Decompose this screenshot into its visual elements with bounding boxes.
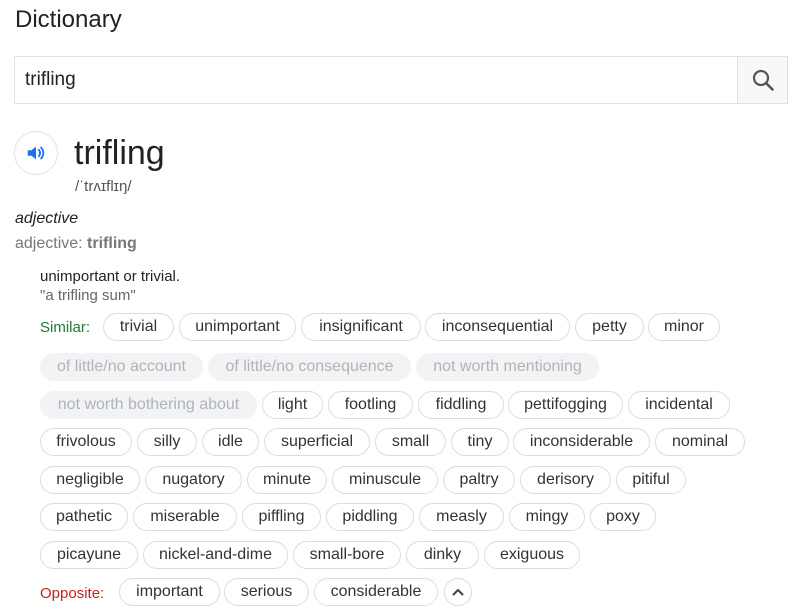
similar-chip[interactable]: derisory — [520, 466, 611, 494]
speaker-icon — [27, 146, 45, 160]
opposite-chip[interactable]: important — [119, 578, 220, 606]
similar-chip[interactable]: minute — [247, 466, 327, 494]
similar-chip[interactable]: silly — [137, 428, 197, 456]
similar-chip[interactable]: light — [262, 391, 323, 419]
opposite-chip[interactable]: serious — [224, 578, 309, 606]
similar-chip[interactable]: piddling — [326, 503, 414, 531]
similar-chip[interactable]: petty — [575, 313, 644, 341]
similar-chip[interactable]: nominal — [655, 428, 745, 456]
similar-chip[interactable]: nugatory — [145, 466, 242, 494]
search-icon — [752, 69, 774, 91]
chevron-up-icon — [452, 589, 464, 596]
similar-chip[interactable]: minuscule — [332, 466, 438, 494]
opposite-chip[interactable]: considerable — [314, 578, 438, 606]
similar-chip-disabled: of little/no account — [40, 353, 203, 381]
similar-chip[interactable]: pettifogging — [508, 391, 623, 419]
similar-chip[interactable]: measly — [419, 503, 504, 531]
similar-chip-disabled: not worth mentioning — [416, 353, 599, 381]
similar-chip[interactable]: superficial — [264, 428, 370, 456]
phonetic: /ˈtrʌɪflɪŋ/ — [75, 178, 132, 195]
definition: unimportant or trivial. — [40, 268, 181, 285]
similar-chip[interactable]: small-bore — [293, 541, 401, 569]
similar-chip[interactable]: tiny — [451, 428, 509, 456]
similar-chip[interactable]: insignificant — [301, 313, 421, 341]
similar-chip[interactable]: small — [375, 428, 446, 456]
similar-chip[interactable]: trivial — [103, 313, 174, 341]
search-bar — [14, 56, 788, 104]
similar-chip[interactable]: pathetic — [40, 503, 128, 531]
pos-form-word: trifling — [87, 235, 137, 252]
similar-chip-disabled: not worth bothering about — [40, 391, 257, 419]
collapse-button[interactable] — [444, 578, 472, 606]
headword: trifling — [74, 134, 165, 172]
similar-chip[interactable]: piffling — [242, 503, 321, 531]
search-button[interactable] — [737, 57, 787, 103]
similar-chip[interactable]: paltry — [443, 466, 515, 494]
similar-chip[interactable]: poxy — [590, 503, 656, 531]
part-of-speech-form: adjective: trifling — [15, 235, 137, 253]
similar-chip[interactable]: idle — [202, 428, 259, 456]
pronunciation-button[interactable] — [14, 131, 58, 175]
similar-chip[interactable]: dinky — [406, 541, 479, 569]
similar-chip[interactable]: fiddling — [418, 391, 504, 419]
page-title: Dictionary — [15, 6, 122, 33]
similar-chip[interactable]: frivolous — [40, 428, 132, 456]
similar-chip[interactable]: inconsequential — [425, 313, 570, 341]
similar-chip[interactable]: exiguous — [484, 541, 580, 569]
similar-chip-disabled: of little/no consequence — [208, 353, 411, 381]
similar-chip[interactable]: mingy — [509, 503, 585, 531]
similar-chip[interactable]: incidental — [628, 391, 730, 419]
usage-example: "a trifling sum" — [40, 287, 136, 304]
similar-chip[interactable]: nickel-and-dime — [143, 541, 288, 569]
part-of-speech: adjective — [15, 210, 79, 227]
pos-form-prefix: adjective: — [15, 235, 88, 252]
similar-chip[interactable]: pitiful — [616, 466, 686, 494]
opposite-label: Opposite: — [40, 585, 105, 602]
similar-chip[interactable]: footling — [328, 391, 413, 419]
similar-label: Similar: — [40, 319, 91, 336]
search-input[interactable] — [15, 57, 737, 103]
similar-chip[interactable]: inconsiderable — [513, 428, 650, 456]
similar-chip[interactable]: minor — [648, 313, 720, 341]
similar-chip[interactable]: unimportant — [179, 313, 296, 341]
similar-chip[interactable]: picayune — [40, 541, 138, 569]
similar-chip[interactable]: miserable — [133, 503, 237, 531]
similar-chip[interactable]: negligible — [40, 466, 140, 494]
